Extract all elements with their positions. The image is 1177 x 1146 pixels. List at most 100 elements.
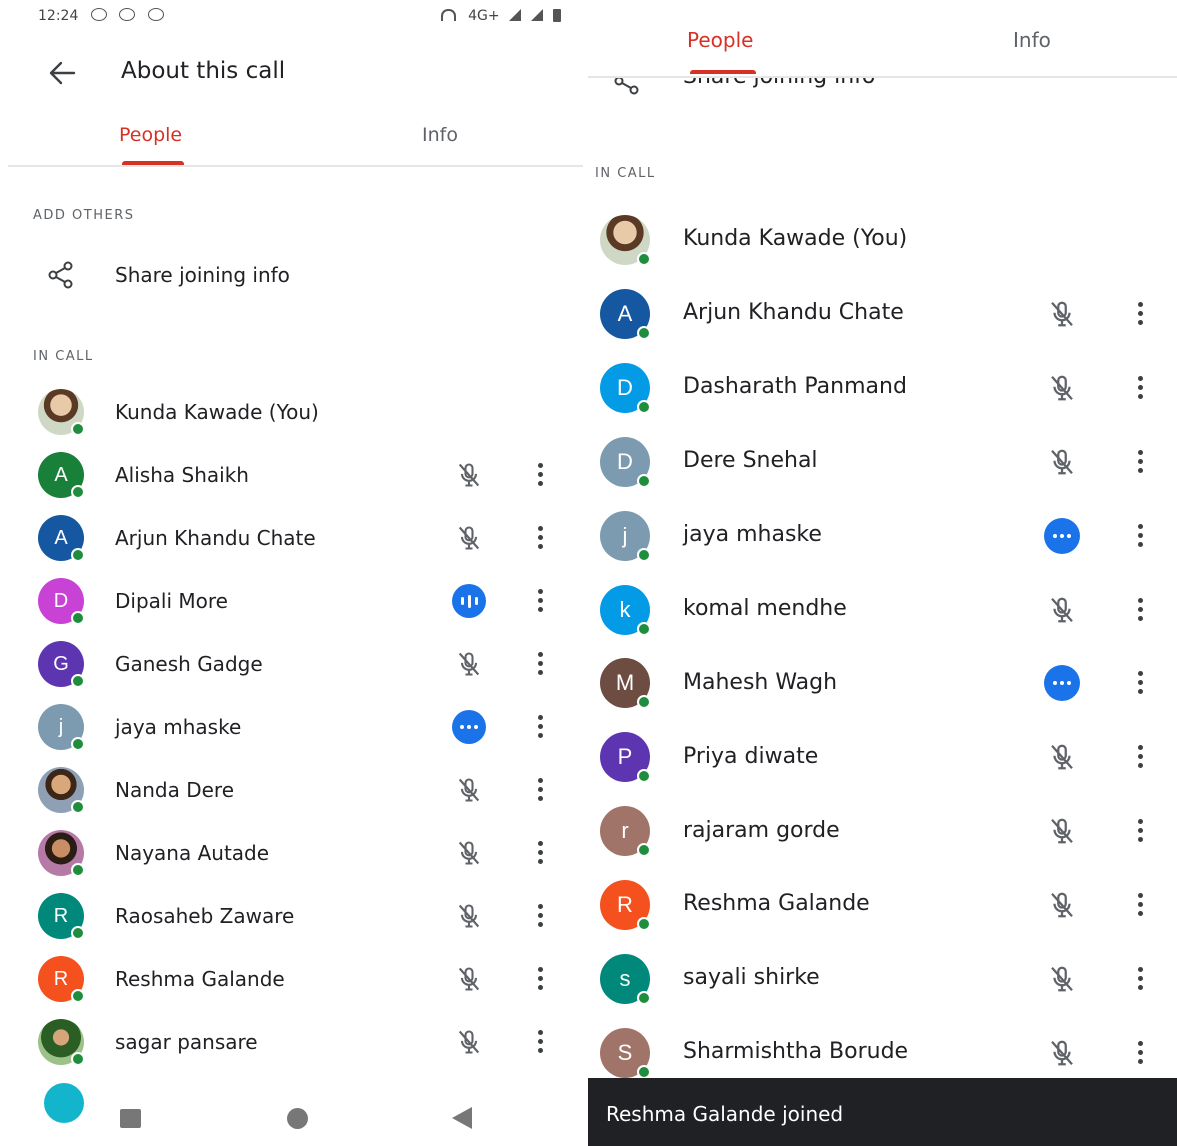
mic-off-icon [1047, 964, 1077, 998]
online-status-dot [637, 843, 651, 858]
participant-name: Kunda Kawade (You) [683, 226, 908, 252]
avatar: A [38, 515, 85, 562]
more-options-icon[interactable] [1138, 597, 1144, 625]
avatar-initial: P [617, 744, 633, 770]
online-status-dot [637, 1064, 651, 1079]
partial-avatar [44, 1083, 84, 1123]
participant-name: Alisha Shaikh [115, 462, 249, 487]
participant-name: Priya diwate [683, 743, 819, 769]
avatar: r [600, 806, 651, 858]
tab-people-right[interactable]: People [687, 28, 753, 52]
online-status-dot [637, 917, 651, 932]
participant-name: Nanda Dere [115, 777, 234, 802]
avatar: j [600, 510, 651, 562]
more-options-icon[interactable] [1138, 893, 1144, 920]
avatar-initial: j [58, 715, 64, 738]
mic-off-icon [1047, 447, 1077, 481]
headphones-icon [440, 9, 456, 21]
more-options-icon[interactable] [538, 967, 544, 994]
avatar [38, 767, 85, 814]
mic-off-icon [1047, 816, 1077, 850]
share-joining-info-button[interactable]: Share joining info [115, 263, 290, 287]
avatar-initial: R [617, 892, 633, 918]
tab-info-right[interactable]: Info [1013, 28, 1051, 52]
avatar [38, 1019, 85, 1066]
more-options-icon[interactable] [538, 652, 544, 679]
online-status-dot [71, 926, 85, 940]
online-status-dot [71, 1052, 85, 1066]
share-icon [48, 261, 73, 289]
more-options-icon[interactable] [1138, 523, 1144, 551]
avatar-initial: r [621, 818, 629, 844]
avatar: M [600, 658, 651, 710]
online-status-dot [637, 547, 651, 562]
participant-name: sagar pansare [115, 1029, 258, 1054]
mic-off-icon [1047, 373, 1077, 407]
back-arrow-icon[interactable] [48, 60, 76, 86]
more-options-icon[interactable] [538, 1030, 544, 1057]
participant-name: komal mendhe [683, 595, 847, 621]
avatar [38, 830, 85, 877]
more-options-icon[interactable] [538, 904, 544, 931]
more-options-icon[interactable] [538, 715, 544, 742]
share-icon-right [614, 78, 639, 95]
speaking-indicator-icon [452, 584, 486, 618]
online-status-dot [637, 325, 651, 340]
more-options-icon[interactable] [1138, 449, 1144, 477]
more-options-icon[interactable] [538, 526, 544, 553]
more-options-icon[interactable] [1138, 375, 1144, 403]
tab-people[interactable]: People [119, 124, 182, 146]
online-status-dot [637, 769, 651, 784]
avatar-initial: D [617, 374, 633, 400]
home-button[interactable] [287, 1108, 308, 1129]
share-row-clipped[interactable]: Share joining info [588, 78, 1177, 98]
participant-name: Kunda Kawade (You) [115, 399, 319, 424]
nav-back-button[interactable] [452, 1107, 472, 1129]
online-status-dot [71, 674, 85, 688]
more-options-icon[interactable] [538, 841, 544, 868]
avatar: S [600, 1027, 651, 1079]
participant-name: rajaram gorde [683, 817, 840, 843]
avatar [600, 215, 651, 266]
participant-name: Dipali More [115, 588, 228, 613]
more-options-icon[interactable] [1138, 819, 1144, 846]
more-options-icon[interactable] [1138, 745, 1144, 772]
avatar: A [600, 288, 651, 340]
participant-name: Reshma Galande [115, 966, 285, 991]
mic-off-icon [1047, 890, 1077, 924]
section-in-call-right: IN CALL [595, 166, 656, 181]
page-title: About this call [121, 58, 286, 84]
avatar: A [38, 452, 85, 499]
avatar: s [600, 954, 651, 1005]
avatar: D [38, 578, 85, 625]
right-screen: People Info Share joining info IN CALL K… [588, 0, 1177, 1146]
online-status-dot [71, 548, 85, 562]
network-type: 4G+ [468, 8, 500, 24]
more-options-icon[interactable] [1138, 1040, 1144, 1068]
recents-button[interactable] [120, 1109, 141, 1128]
more-options-icon[interactable] [538, 463, 544, 490]
more-options-icon[interactable] [1138, 301, 1144, 329]
participant-name: jaya mhaske [683, 521, 822, 547]
avatar: R [38, 893, 85, 940]
avatar: R [600, 880, 651, 932]
online-status-dot [71, 485, 85, 499]
online-status-dot [637, 695, 651, 710]
online-status-dot [637, 991, 651, 1005]
avatar-initial: R [53, 904, 69, 927]
avatar-initial: j [622, 522, 628, 548]
whatsapp-icon [119, 8, 136, 21]
more-options-icon[interactable] [1138, 671, 1144, 698]
more-options-icon[interactable] [1138, 967, 1144, 994]
mic-off-icon [1047, 1038, 1077, 1072]
avatar: k [600, 584, 651, 636]
vpn-icon [147, 8, 164, 21]
mic-off-icon [455, 776, 483, 808]
participant-name: Reshma Galande [683, 891, 870, 917]
more-options-icon[interactable] [538, 778, 544, 805]
more-options-icon[interactable] [538, 589, 544, 616]
snackbar-text: Reshma Galande joined [606, 1102, 844, 1126]
mic-off-icon [455, 965, 483, 997]
battery-icon [553, 9, 561, 22]
tab-info[interactable]: Info [422, 124, 458, 146]
